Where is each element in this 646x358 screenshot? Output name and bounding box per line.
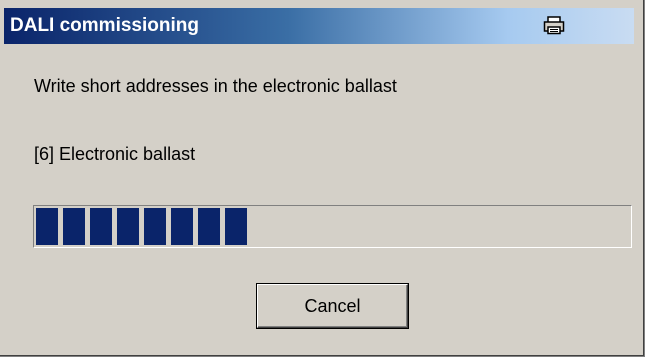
print-icon[interactable] (543, 16, 565, 35)
title-bar[interactable]: DALI commissioning (4, 8, 634, 44)
progress-segment (63, 208, 85, 245)
cancel-button[interactable]: Cancel (257, 284, 408, 328)
progress-segment (198, 208, 220, 245)
progress-segment (90, 208, 112, 245)
status-message: Write short addresses in the electronic … (34, 76, 397, 96)
current-item-label: [6] Electronic ballast (34, 144, 196, 164)
progress-bar (33, 205, 632, 248)
progress-segment (36, 208, 58, 245)
window-title: DALI commissioning (10, 15, 199, 36)
progress-segment (117, 208, 139, 245)
progress-segment (171, 208, 193, 245)
progress-segment (144, 208, 166, 245)
dali-commissioning-dialog: DALI commissioning Write short addresses… (0, 0, 645, 357)
progress-segment (225, 208, 247, 245)
progress-track (36, 208, 629, 245)
